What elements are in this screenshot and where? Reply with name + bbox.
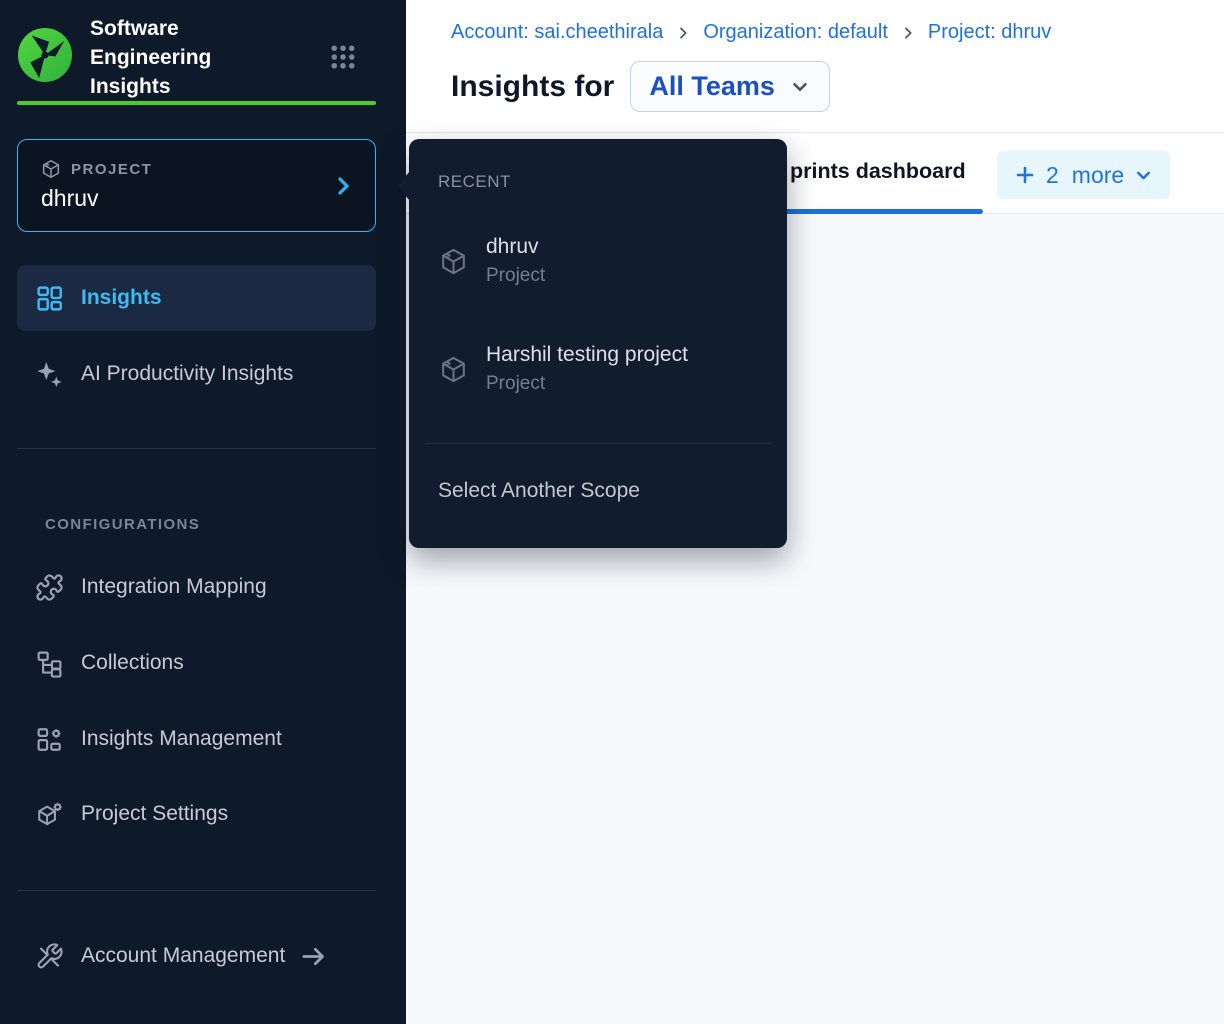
breadcrumb-link-account[interactable]: Account: sai.cheethirala [451, 21, 663, 44]
tools-icon [35, 942, 64, 971]
recent-scope-item-harshil-testing-project[interactable]: Harshil testing project Project [438, 343, 688, 395]
dashboard-icon [35, 284, 64, 313]
sidebar: Software Engineering Insights PROJECT dh… [0, 0, 406, 1024]
brand-header: Software Engineering Insights [0, 0, 406, 101]
dropdown-caret [397, 171, 410, 201]
breadcrumb-link-organization[interactable]: Organization: default [703, 21, 888, 44]
breadcrumb: Account: sai.cheethirala Organization: d… [451, 21, 1051, 44]
sidebar-divider [17, 448, 376, 449]
tree-icon [35, 649, 64, 678]
more-tabs-count: 2 [1046, 162, 1059, 189]
sidebar-item-label: Project Settings [81, 802, 228, 826]
project-cube-icon [438, 246, 469, 277]
scope-type-label: PROJECT [71, 161, 152, 178]
scope-dropdown-panel: RECENT dhruv Project Harshil testing pro… [409, 139, 787, 548]
page-title: Insights for [451, 70, 614, 104]
recent-scope-item-dhruv[interactable]: dhruv Project [438, 235, 545, 287]
more-tabs-label: more [1072, 162, 1124, 189]
arrow-right-icon [299, 942, 328, 971]
project-scope-card[interactable]: PROJECT dhruv [17, 139, 376, 232]
team-selector-button[interactable]: All Teams [630, 61, 830, 112]
scope-name: dhruv [41, 185, 99, 212]
sidebar-item-label: Collections [81, 651, 184, 675]
select-another-scope-action[interactable]: Select Another Scope [438, 479, 640, 503]
puzzle-icon [35, 573, 64, 602]
chevron-down-icon [789, 76, 811, 98]
sidebar-item-project-settings[interactable]: Project Settings [17, 781, 376, 847]
more-tabs-button[interactable]: 2 more [997, 151, 1170, 199]
recent-section-label: RECENT [438, 172, 511, 192]
cube-gear-icon [35, 800, 64, 829]
scope-item-type: Project [486, 265, 545, 287]
project-cube-icon [438, 354, 469, 385]
sidebar-item-insights-management[interactable]: Insights Management [17, 706, 376, 772]
sidebar-item-insights[interactable]: Insights [17, 265, 376, 331]
sidebar-divider [17, 890, 376, 891]
project-cube-icon [40, 158, 62, 180]
scope-item-name: Harshil testing project [486, 343, 688, 367]
sidebar-item-account-management[interactable]: Account Management [17, 923, 376, 989]
sidebar-item-label: Insights Management [81, 727, 282, 751]
brand-accent-bar [17, 101, 376, 105]
breadcrumb-link-project[interactable]: Project: dhruv [928, 21, 1051, 44]
page-header: Account: sai.cheethirala Organization: d… [406, 0, 1224, 133]
apps-grid-icon[interactable] [328, 42, 358, 72]
scope-item-name: dhruv [486, 235, 545, 259]
sidebar-item-label: Insights [81, 286, 162, 310]
sidebar-item-collections[interactable]: Collections [17, 630, 376, 696]
app-title: Software Engineering Insights [90, 14, 270, 101]
sidebar-item-label: Integration Mapping [81, 575, 267, 599]
chevron-right-icon [331, 174, 355, 198]
sidebar-item-label: AI Productivity Insights [81, 362, 293, 386]
chevron-down-icon [1133, 165, 1154, 186]
sidebar-item-ai-productivity-insights[interactable]: AI Productivity Insights [17, 341, 376, 407]
sidebar-item-label: Account Management [81, 944, 285, 968]
active-dashboard-tab[interactable]: prints dashboard [790, 159, 966, 184]
team-selector-value: All Teams [649, 71, 775, 102]
chevron-right-icon [900, 25, 916, 41]
app-logo-icon [18, 28, 72, 82]
sparkles-icon [35, 360, 64, 389]
configurations-section-label: CONFIGURATIONS [45, 516, 200, 533]
scope-item-type: Project [486, 373, 688, 395]
chevron-right-icon [675, 25, 691, 41]
dropdown-divider [425, 443, 771, 444]
plus-icon [1013, 163, 1037, 187]
dashboard-gear-icon [35, 725, 64, 754]
app-window: Software Engineering Insights PROJECT dh… [0, 0, 1224, 1024]
sidebar-item-integration-mapping[interactable]: Integration Mapping [17, 554, 376, 620]
